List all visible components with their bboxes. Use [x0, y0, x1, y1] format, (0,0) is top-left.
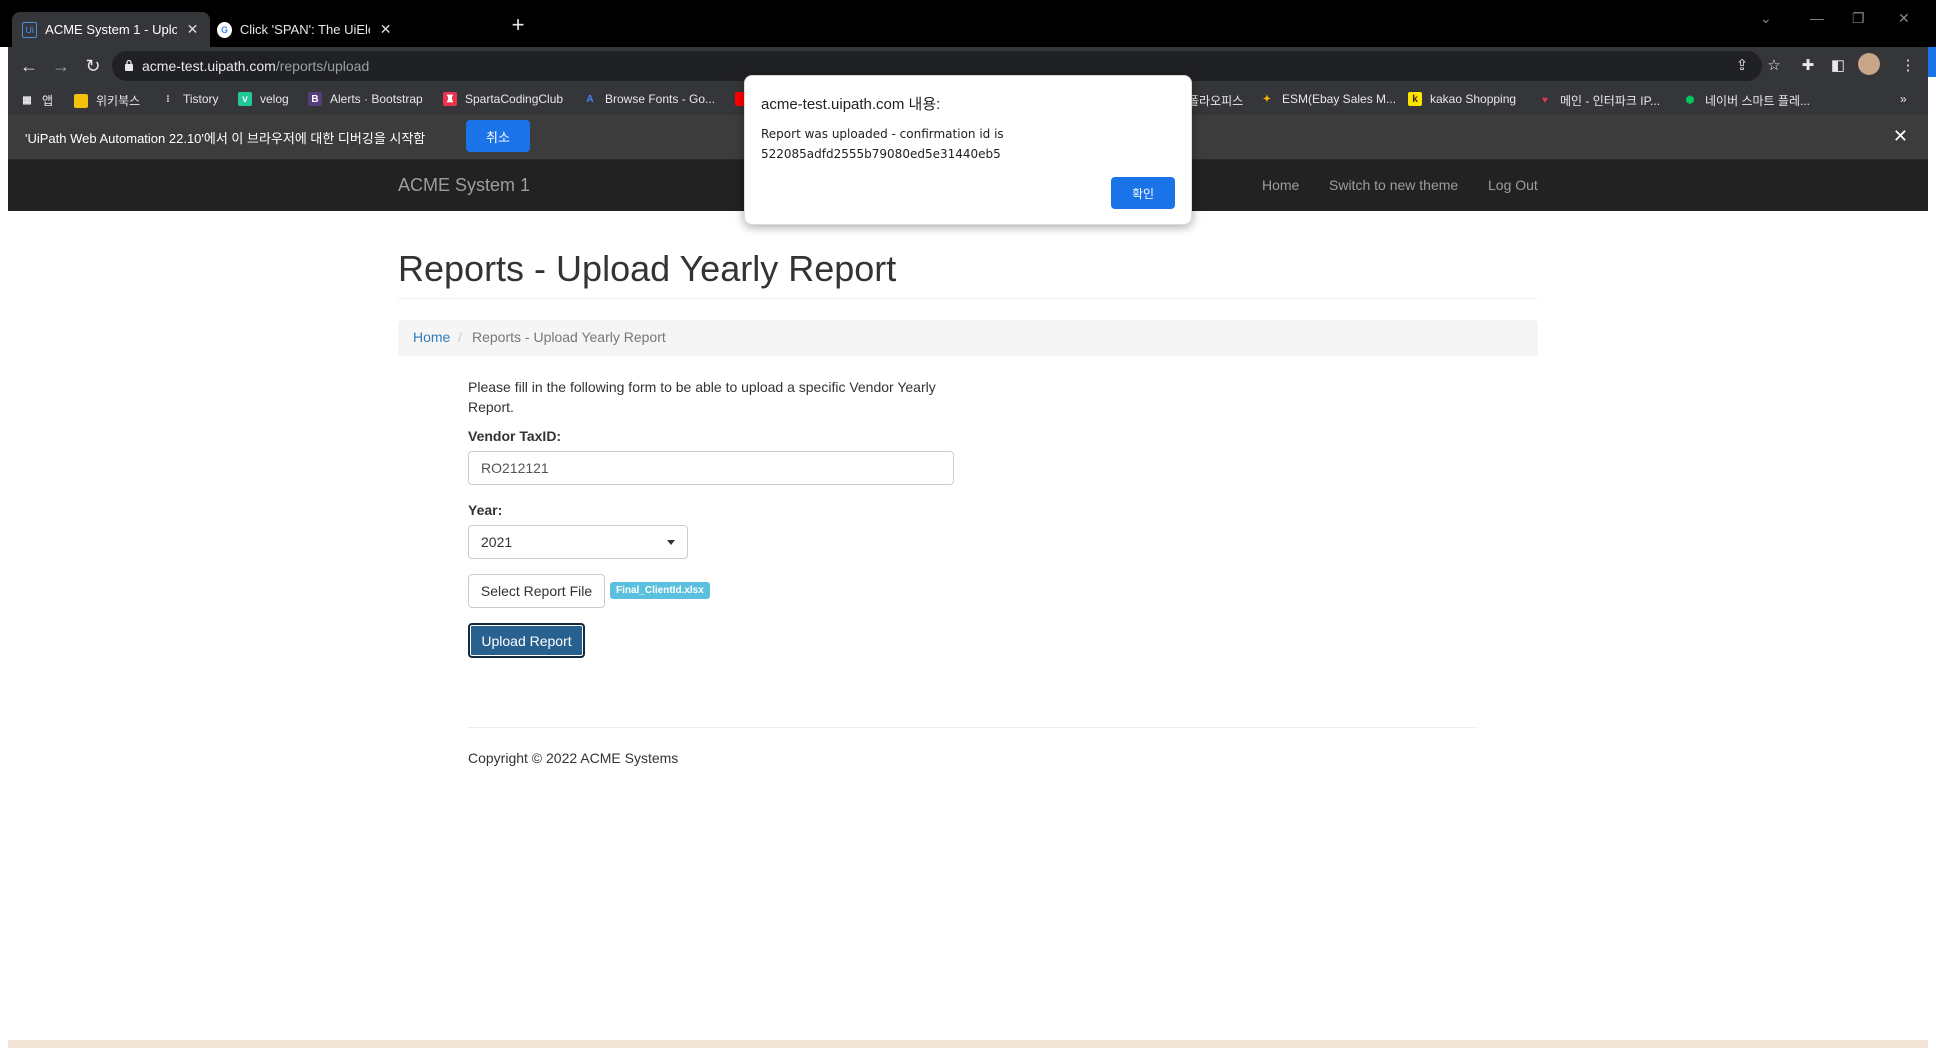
bookmark-esm[interactable]: ✦ ESM(Ebay Sales M...: [1260, 92, 1396, 106]
tab-title: Click 'SPAN': The UiElement is no: [239, 22, 370, 37]
kakao-icon: k: [1408, 92, 1422, 106]
new-tab-icon[interactable]: +: [506, 12, 530, 38]
bookmark-wikibooks[interactable]: 위키북스: [74, 92, 140, 109]
apps-grid-icon: ▦: [22, 95, 32, 106]
year-select[interactable]: 2021: [468, 525, 688, 559]
bookmark-apps[interactable]: ▦ 앱: [20, 92, 53, 109]
nav-switch-theme-link[interactable]: Switch to new theme: [1329, 177, 1458, 193]
nav-home-link[interactable]: Home: [1262, 177, 1299, 193]
breadcrumb: Home / Reports - Upload Yearly Report: [398, 320, 1538, 356]
url-text: acme-test.uipath.com/reports/upload: [142, 58, 370, 74]
year-label: Year:: [468, 502, 503, 518]
dialog-message: Report was uploaded - confirmation id is…: [761, 124, 1181, 164]
bookmark-tistory[interactable]: ⁝ Tistory: [161, 92, 218, 106]
minimize-icon[interactable]: —: [1810, 10, 1824, 26]
menu-icon[interactable]: ⋮: [1898, 56, 1918, 74]
breadcrumb-home-link[interactable]: Home: [413, 329, 450, 345]
dialog-ok-button[interactable]: 확인: [1111, 177, 1175, 209]
breadcrumb-current: Reports - Upload Yearly Report: [472, 329, 666, 345]
page-title: Reports - Upload Yearly Report: [398, 248, 897, 289]
page-viewport: ACME System 1 Home Switch to new theme L…: [8, 160, 1928, 1048]
bookmark-kakao-shopping[interactable]: k kakao Shopping: [1408, 92, 1516, 106]
alert-dialog: acme-test.uipath.com 내용: Report was uplo…: [744, 75, 1192, 225]
tistory-icon: ⁝: [166, 93, 170, 105]
bookmark-google-fonts[interactable]: A Browse Fonts - Go...: [583, 92, 715, 106]
uipath-icon: Ui: [22, 21, 38, 38]
tab-uielement-click[interactable]: G Click 'SPAN': The UiElement is no ✕: [207, 12, 403, 47]
chevron-down-icon: [667, 540, 675, 545]
form-intro-text: Please fill in the following form to be …: [468, 379, 936, 415]
more-bookmarks-icon[interactable]: »: [1900, 92, 1907, 106]
bootstrap-icon: B: [308, 92, 322, 106]
lock-icon: [125, 59, 133, 71]
sparta-icon: ♜: [443, 92, 457, 106]
bookmark-interpark[interactable]: ♥ 메인 - 인터파크 IP...: [1538, 92, 1660, 109]
vendor-taxid-label: Vendor TaxID:: [468, 428, 562, 444]
reload-icon[interactable]: ↻: [82, 56, 104, 77]
bookmark-polaris-office[interactable]: 폴라오피스: [1188, 92, 1243, 109]
title-divider: [398, 298, 1538, 299]
site-brand[interactable]: ACME System 1: [398, 175, 530, 196]
tab-acme-upload[interactable]: Ui ACME System 1 - Upload Yearly Report …: [12, 12, 210, 47]
cancel-debugging-button[interactable]: 취소: [466, 120, 530, 152]
selected-file-badge: Final_ClientId.xlsx: [610, 582, 710, 599]
breadcrumb-separator: /: [458, 329, 462, 345]
infobar-message: 'UiPath Web Automation 22.10'에서 이 브라우저에 …: [25, 131, 426, 146]
restore-icon[interactable]: ❐: [1852, 10, 1865, 27]
naver-icon: ⬢: [1685, 95, 1695, 106]
select-report-file-button[interactable]: Select Report File: [468, 574, 605, 608]
right-edge-scrollbar[interactable]: [1928, 47, 1936, 1048]
tab-title: ACME System 1 - Upload Yearly Report: [45, 22, 177, 37]
year-select-value: 2021: [481, 534, 513, 550]
browser-tabstrip: Ui ACME System 1 - Upload Yearly Report …: [0, 0, 1936, 47]
bookmark-naver-smartplace[interactable]: ⬢ 네이버 스마트 플레...: [1683, 92, 1810, 109]
upload-report-button[interactable]: Upload Report: [468, 623, 585, 658]
google-icon: G: [217, 21, 232, 38]
bookmark-velog[interactable]: v velog: [238, 92, 289, 106]
back-icon[interactable]: ←: [18, 56, 40, 77]
avatar[interactable]: [1858, 53, 1880, 75]
dialog-confirmation-id: 522085adfd2555b79080ed5e31440eb5: [761, 147, 1001, 161]
extensions-icon[interactable]: ✚: [1798, 56, 1818, 74]
esm-icon: ✦: [1262, 93, 1272, 105]
heart-icon: ♥: [1542, 95, 1548, 106]
bookmark-spartacodingclub[interactable]: ♜ SpartaCodingClub: [443, 92, 563, 106]
side-panel-icon[interactable]: ◧: [1828, 56, 1848, 74]
share-icon[interactable]: ⇪: [1732, 56, 1752, 74]
velog-icon: v: [238, 92, 252, 106]
close-icon[interactable]: ✕: [378, 21, 393, 38]
bookmark-bootstrap[interactable]: B Alerts · Bootstrap: [308, 92, 423, 106]
screen: Ui ACME System 1 - Upload Yearly Report …: [0, 0, 1936, 1048]
infobar-close-icon[interactable]: ✕: [1893, 126, 1908, 147]
nav-logout-link[interactable]: Log Out: [1488, 177, 1538, 193]
dialog-title: acme-test.uipath.com 내용:: [761, 96, 941, 113]
taskbar-edge: [8, 1040, 1928, 1048]
forward-icon[interactable]: →: [50, 56, 72, 77]
footer-divider: [468, 727, 1478, 728]
vendor-taxid-input[interactable]: [468, 451, 954, 485]
scroll-indicator: [1928, 47, 1936, 77]
bookmark-star-icon[interactable]: ☆: [1764, 56, 1784, 74]
google-fonts-icon: A: [586, 93, 594, 105]
close-icon[interactable]: ✕: [185, 21, 200, 38]
folder-icon: [74, 93, 88, 108]
dialog-message-line: Report was uploaded - confirmation id is: [761, 127, 1004, 141]
tab-search-icon[interactable]: ⌄: [1760, 10, 1772, 27]
window-close-icon[interactable]: ✕: [1898, 10, 1910, 27]
footer-copyright: Copyright © 2022 ACME Systems: [468, 750, 679, 766]
